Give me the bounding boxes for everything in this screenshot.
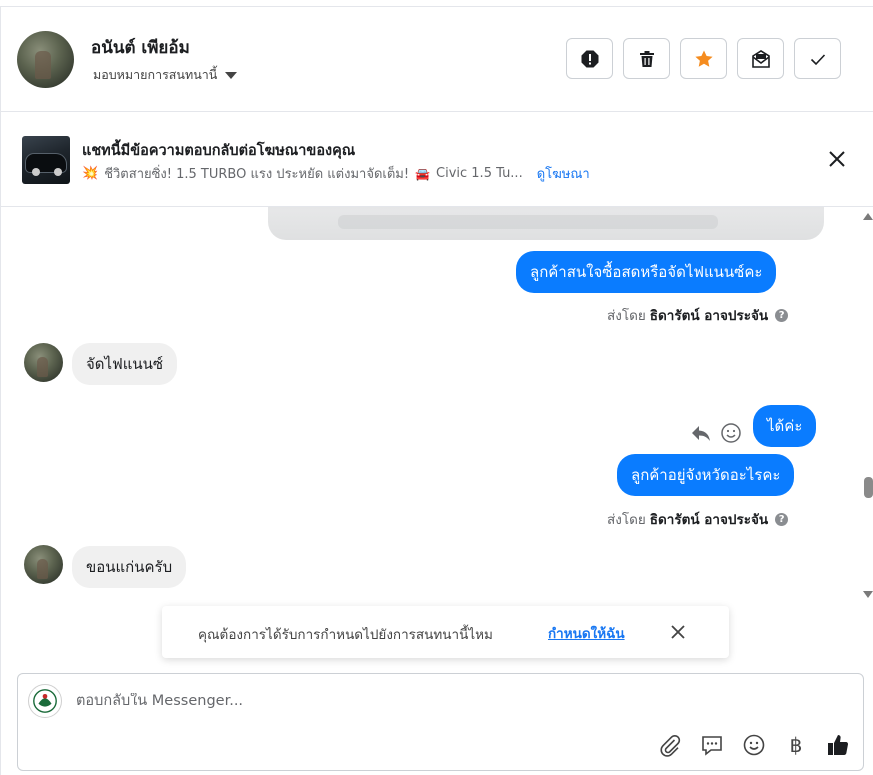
message-hover-tools <box>690 422 742 444</box>
spam-icon <box>581 50 598 67</box>
close-icon[interactable] <box>668 622 688 642</box>
contact-name[interactable]: อนันต์ เพียอ้ม <box>91 34 190 61</box>
ad-banner-title: แชทนี้มีข้อความตอบกลับต่อโฆษณาของคุณ <box>82 143 356 159</box>
done-check-icon <box>810 53 825 65</box>
thumbs-up-icon <box>828 735 849 756</box>
ad-description: 💥 ชีวิตสายซิ่ง! 1.5 TURBO แรง ประหยัด แต… <box>82 163 590 184</box>
saved-replies-button[interactable] <box>699 732 725 758</box>
header-actions <box>566 38 841 79</box>
mark-done-button[interactable] <box>794 38 841 79</box>
close-icon[interactable] <box>826 148 848 170</box>
outgoing-message[interactable]: ลูกค้าสนใจซื้อสดหรือจัดไฟแนนซ์คะ <box>516 251 777 293</box>
incoming-message[interactable]: ขอนแก่นครับ <box>72 546 187 588</box>
ad-thumbnail[interactable] <box>22 136 70 184</box>
reply-input[interactable] <box>76 693 636 709</box>
outgoing-message[interactable]: ลูกค้าอยู่จังหวัดอะไรคะ <box>617 454 795 496</box>
ad-text-model: Civic 1.5 Tu... <box>436 166 523 181</box>
incoming-message[interactable]: จัดไฟแนนซ์ <box>72 343 178 385</box>
send-like-button[interactable] <box>825 732 851 758</box>
react-emoji-icon[interactable] <box>720 422 742 444</box>
sender-name: ธิดารัตน์ อาจประจัน <box>649 512 769 528</box>
caret-down-icon <box>225 71 238 79</box>
assign-to-me-link[interactable]: กำหนดให้ฉัน <box>548 622 625 644</box>
trash-icon <box>639 50 654 67</box>
delete-button[interactable] <box>623 38 670 79</box>
mark-spam-button[interactable] <box>566 38 613 79</box>
mark-unread-icon <box>751 49 770 68</box>
outgoing-message[interactable]: ได้ค่ะ <box>753 405 817 447</box>
toast-text: คุณต้องการได้รับการกำหนดไปยังการสนทนานี้… <box>198 627 493 643</box>
ad-reply-banner: แชทนี้มีข้อความตอบกลับต่อโฆษณาของคุณ 💥 ช… <box>0 112 873 207</box>
composer-tools: ฿ <box>657 732 851 758</box>
star-button[interactable] <box>680 38 727 79</box>
scroll-up-arrow[interactable] <box>863 213 873 220</box>
assign-toast: คุณต้องการได้รับการกำหนดไปยังการสนทนานี้… <box>162 606 729 658</box>
image-attachment[interactable] <box>268 207 824 240</box>
conversation-header: อนันต์ เพียอ้ม มอบหมายการสนทนานี้ <box>0 6 873 112</box>
assign-label: มอบหมายการสนทนานี้ <box>93 67 218 82</box>
emoji-icon <box>743 734 765 756</box>
info-icon[interactable]: ? <box>775 512 789 526</box>
sent-by-label: ส่งโดย ธิดารัตน์ อาจประจัน ? <box>607 304 789 326</box>
sent-by-prefix: ส่งโดย <box>607 308 646 324</box>
contact-avatar-small[interactable] <box>24 545 63 584</box>
car-emoji-icon: 🚘 <box>415 166 431 181</box>
page-logo-icon <box>33 689 57 713</box>
emoji-button[interactable] <box>741 732 767 758</box>
assign-conversation-dropdown[interactable]: มอบหมายการสนทนานี้ <box>93 65 238 85</box>
mark-unread-button[interactable] <box>737 38 784 79</box>
page-logo-avatar <box>28 684 62 718</box>
ad-text-main: ชีวิตสายซิ่ง! 1.5 TURBO แรง ประหยัด แต่ง… <box>104 167 410 182</box>
scroll-down-arrow[interactable] <box>863 591 873 598</box>
sent-by-label: ส่งโดย ธิดารัตน์ อาจประจัน ? <box>607 508 789 530</box>
reply-icon[interactable] <box>690 422 712 444</box>
contact-avatar-small[interactable] <box>24 343 63 382</box>
view-ad-link[interactable]: ดูโฆษณา <box>537 163 590 184</box>
reply-composer: ฿ <box>17 673 864 771</box>
sent-by-prefix: ส่งโดย <box>607 512 646 528</box>
info-icon[interactable]: ? <box>775 308 789 322</box>
scrollbar-thumb[interactable] <box>864 477 873 498</box>
payment-button[interactable]: ฿ <box>783 732 809 758</box>
collision-emoji-icon: 💥 <box>82 166 99 181</box>
contact-avatar[interactable] <box>17 31 74 88</box>
saved-reply-icon <box>702 736 722 756</box>
star-icon <box>694 50 713 67</box>
message-thread[interactable]: ลูกค้าสนใจซื้อสดหรือจัดไฟแนนซ์คะ ส่งโดย … <box>0 207 860 599</box>
baht-icon: ฿ <box>789 733 803 757</box>
sender-name: ธิดารัตน์ อาจประจัน <box>649 308 769 324</box>
attach-button[interactable] <box>657 732 683 758</box>
attach-icon <box>660 734 681 757</box>
